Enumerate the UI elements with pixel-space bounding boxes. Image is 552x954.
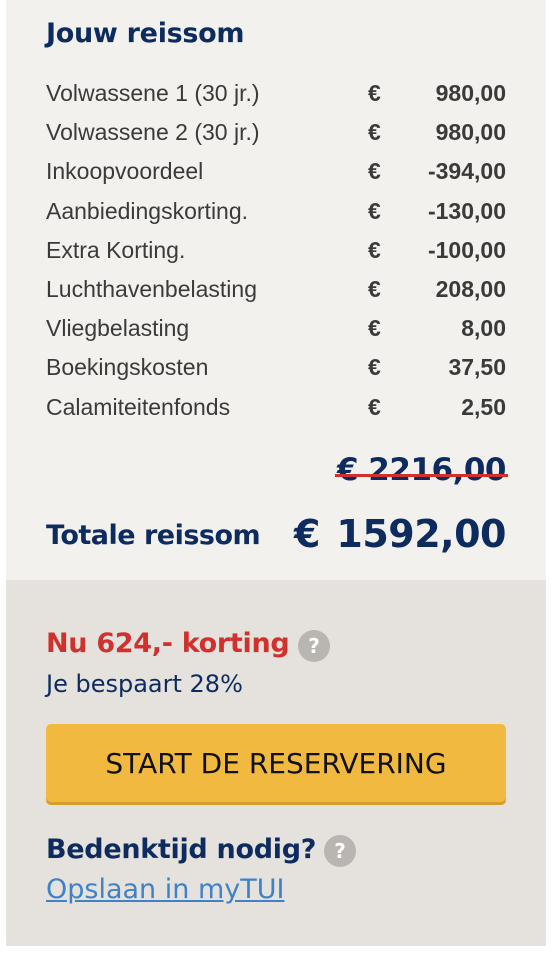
savings-text: Je bespaart 28% bbox=[46, 670, 243, 698]
total-label: Totale reissom bbox=[46, 520, 261, 551]
price-row: Volwassene 1 (30 jr.) € 980,00 bbox=[46, 76, 506, 115]
price-breakdown: Jouw reissom Volwassene 1 (30 jr.) € 980… bbox=[6, 0, 546, 580]
price-row-amount: 980,00 bbox=[435, 119, 506, 146]
price-row-currency: € bbox=[368, 275, 381, 302]
price-row-label: Volwassene 2 (30 jr.) bbox=[46, 119, 260, 146]
price-row-amount: -394,00 bbox=[427, 158, 506, 185]
reflection-time-label: Bedenktijd nodig? bbox=[46, 834, 317, 865]
start-reservation-button[interactable]: START DE RESERVERING bbox=[46, 724, 506, 802]
price-row-label: Volwassene 1 (30 jr.) bbox=[46, 80, 260, 106]
price-row-amount: 208,00 bbox=[435, 275, 506, 302]
price-row-currency: € bbox=[368, 393, 381, 420]
price-row-amount: 37,50 bbox=[448, 354, 506, 381]
price-row-currency: € bbox=[368, 197, 381, 224]
price-row-amount: 8,00 bbox=[461, 315, 506, 342]
question-mark-icon[interactable]: ? bbox=[324, 835, 356, 867]
total-currency: € bbox=[294, 512, 321, 556]
price-row: Boekingskosten € 37,50 bbox=[46, 350, 506, 389]
price-row: Calamiteitenfonds € 2,50 bbox=[46, 390, 506, 429]
price-row-currency: € bbox=[368, 158, 381, 185]
price-row-currency: € bbox=[368, 315, 381, 342]
summary-title: Jouw reissom bbox=[46, 18, 245, 49]
price-row-label: Extra Korting. bbox=[46, 236, 186, 263]
price-row-amount: 2,50 bbox=[461, 393, 506, 420]
price-row-amount: 980,00 bbox=[435, 80, 506, 106]
price-row-amount: -130,00 bbox=[427, 197, 506, 224]
save-in-mytui-link[interactable]: Opslaan in myTUI bbox=[46, 874, 284, 905]
total-amount: 1592,00 bbox=[336, 512, 506, 556]
price-row-currency: € bbox=[368, 80, 381, 106]
price-row-currency: € bbox=[368, 119, 381, 146]
offer-panel: Nu 624,- korting ? Je bespaart 28% START… bbox=[6, 580, 546, 946]
price-row-label: Calamiteitenfonds bbox=[46, 393, 231, 420]
price-row: Aanbiedingskorting. € -130,00 bbox=[46, 194, 506, 233]
original-price: € 2216,00 bbox=[334, 452, 508, 488]
price-row-label: Luchthavenbelasting bbox=[46, 275, 257, 302]
strikethrough-line bbox=[334, 474, 508, 477]
price-row-currency: € bbox=[368, 236, 381, 263]
price-row-label: Aanbiedingskorting. bbox=[46, 197, 249, 224]
price-row: Volwassene 2 (30 jr.) € 980,00 bbox=[46, 115, 506, 154]
price-row-label: Vliegbelasting bbox=[46, 315, 190, 342]
price-row: Extra Korting. € -100,00 bbox=[46, 233, 506, 272]
price-row: Vliegbelasting € 8,00 bbox=[46, 311, 506, 350]
price-row-label: Boekingskosten bbox=[46, 354, 209, 381]
price-row: Luchthavenbelasting € 208,00 bbox=[46, 272, 506, 311]
question-mark-icon[interactable]: ? bbox=[298, 630, 330, 662]
price-summary-card: Jouw reissom Volwassene 1 (30 jr.) € 980… bbox=[6, 0, 546, 946]
price-row-currency: € bbox=[368, 354, 381, 381]
price-row-amount: -100,00 bbox=[427, 236, 506, 263]
price-row: Inkoopvoordeel € -394,00 bbox=[46, 154, 506, 193]
price-rows: Volwassene 1 (30 jr.) € 980,00 Volwassen… bbox=[46, 76, 506, 429]
discount-text: Nu 624,- korting bbox=[46, 628, 290, 659]
price-row-label: Inkoopvoordeel bbox=[46, 158, 204, 185]
original-price-value: € 2216,00 bbox=[336, 452, 507, 488]
